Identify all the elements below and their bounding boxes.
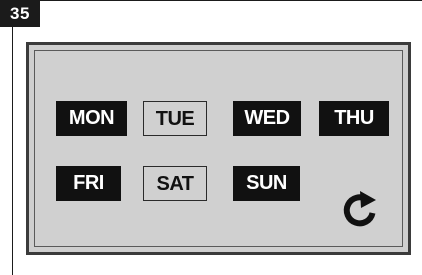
display-screen: MON TUE WED THU FRI SAT SUN [34,50,403,247]
day-button-tue[interactable]: TUE [143,101,207,136]
step-number-badge: 35 [0,0,40,27]
day-button-fri[interactable]: FRI [56,166,121,201]
frame-top-line [40,0,422,1]
display-panel: MON TUE WED THU FRI SAT SUN [26,42,411,255]
frame-left-line [12,27,13,275]
day-button-mon[interactable]: MON [56,101,127,136]
day-button-thu[interactable]: THU [319,101,389,136]
refresh-icon[interactable] [338,188,382,232]
day-button-sat[interactable]: SAT [143,166,207,201]
day-button-wed[interactable]: WED [233,101,301,136]
day-button-sun[interactable]: SUN [233,166,300,201]
